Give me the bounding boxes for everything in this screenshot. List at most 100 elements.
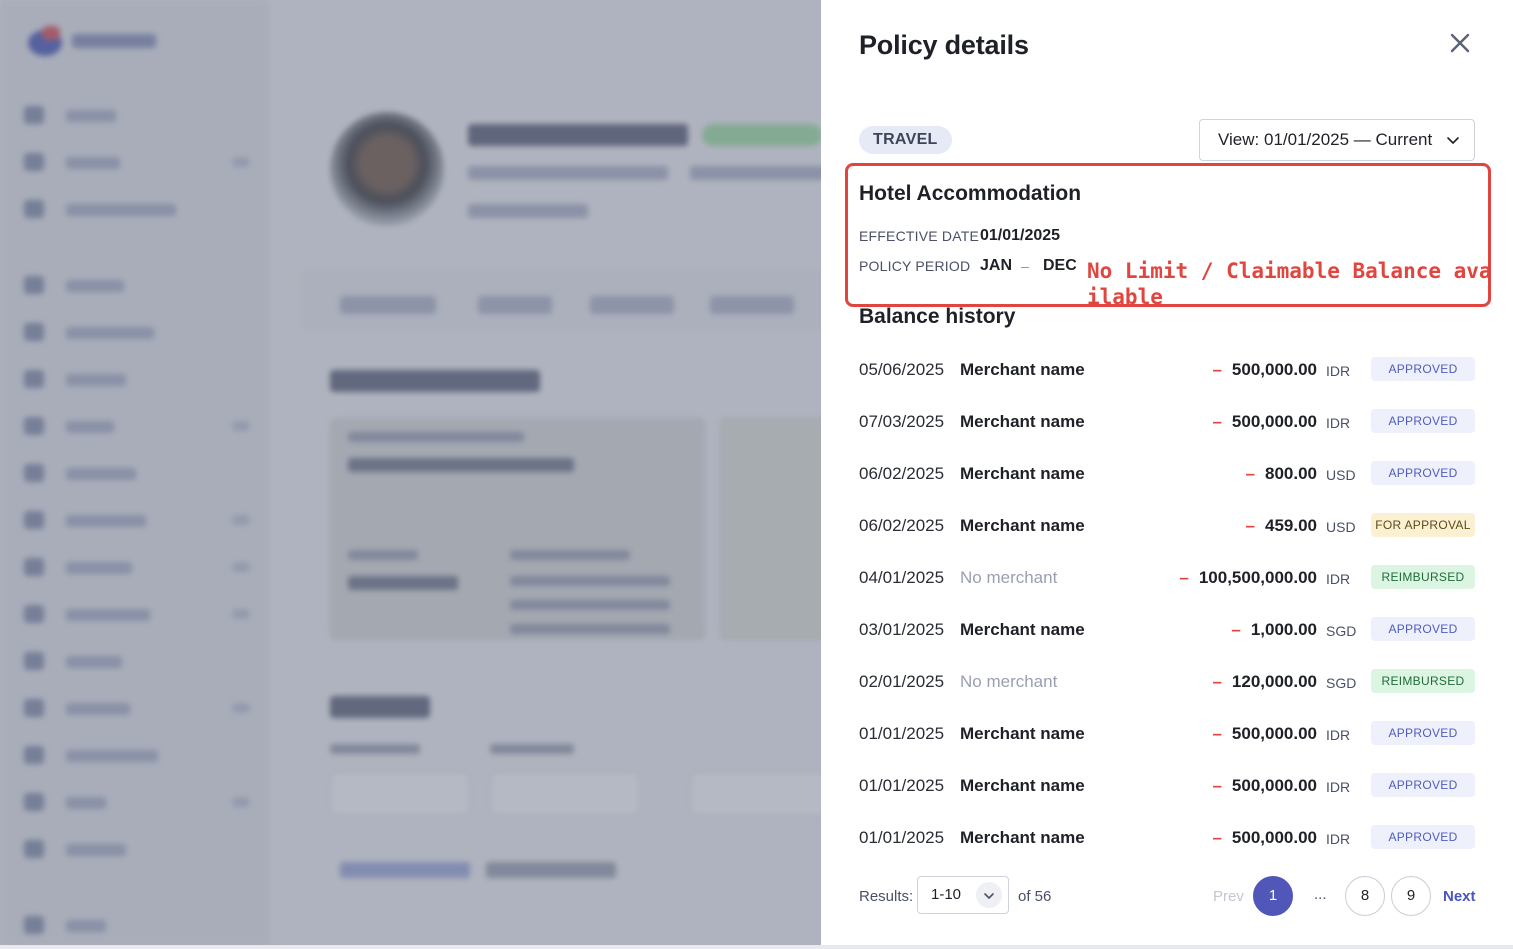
- transaction-amount: –500,000.00: [1212, 776, 1317, 796]
- transaction-date: 02/01/2025: [859, 672, 945, 691]
- currency-code: SGD: [1326, 623, 1357, 639]
- merchant-name: No merchant: [960, 672, 1058, 691]
- amount-value: 500,000.00: [1231, 776, 1317, 795]
- status-badge: APPROVED: [1371, 461, 1475, 485]
- status-badge: FOR APPROVAL: [1371, 513, 1475, 537]
- version-select-label: View: 01/01/2025 — Current: [1218, 130, 1433, 149]
- status-badge: APPROVED: [1371, 617, 1475, 641]
- currency-code: IDR: [1326, 571, 1351, 587]
- modal-overlay[interactable]: [0, 0, 821, 949]
- amount-sign: –: [1212, 412, 1222, 431]
- status-badge: APPROVED: [1371, 721, 1475, 745]
- results-total: of 56: [1018, 888, 1052, 905]
- annotation-text: No Limit / Claimable Balance available: [1087, 259, 1492, 309]
- page-size-value: 1-10: [931, 886, 962, 903]
- transaction-date: 01/01/2025: [859, 724, 945, 743]
- amount-value: 459.00: [1265, 516, 1317, 535]
- balance-history-row[interactable]: 03/01/2025 Merchant name –1,000.00 SGD APPRO…: [859, 616, 1475, 646]
- effective-date-label: EFFECTIVE DATE: [859, 228, 979, 244]
- pagination-next[interactable]: Next: [1443, 888, 1476, 905]
- transaction-amount: –459.00: [1246, 516, 1317, 536]
- balance-history-row[interactable]: 01/01/2025 Merchant name –500,000.00 IDR APP…: [859, 720, 1475, 750]
- pagination-page-8[interactable]: 8: [1345, 876, 1385, 916]
- merchant-name: No merchant: [960, 568, 1058, 587]
- merchant-name: Merchant name: [960, 776, 1085, 795]
- transaction-date: 01/01/2025: [859, 828, 945, 847]
- status-badge: REIMBURSED: [1371, 669, 1475, 693]
- transaction-amount: –800.00: [1246, 464, 1317, 484]
- amount-sign: –: [1212, 724, 1222, 743]
- balance-history-row[interactable]: 05/06/2025 Merchant name –500,000.00 IDR APP…: [859, 356, 1475, 386]
- balance-history-row[interactable]: 01/01/2025 Merchant name –500,000.00 IDR APP…: [859, 772, 1475, 802]
- currency-code: USD: [1326, 467, 1356, 483]
- amount-value: 500,000.00: [1231, 360, 1317, 379]
- transaction-amount: –120,000.00: [1212, 672, 1317, 692]
- currency-code: IDR: [1326, 779, 1351, 795]
- merchant-name: Merchant name: [960, 620, 1085, 639]
- status-badge: APPROVED: [1371, 357, 1475, 381]
- balance-history-row[interactable]: 02/01/2025 No merchant –120,000.00 SGD REIMB…: [859, 668, 1475, 698]
- policy-details-panel: Policy details TRAVEL View: 01/01/2025 —…: [821, 0, 1513, 945]
- close-icon: [1450, 33, 1470, 53]
- close-button[interactable]: [1445, 28, 1475, 58]
- currency-code: SGD: [1326, 675, 1357, 691]
- transaction-amount: –1,000.00: [1231, 620, 1317, 640]
- transaction-date: 03/01/2025: [859, 620, 945, 639]
- amount-sign: –: [1212, 360, 1222, 379]
- amount-value: 500,000.00: [1231, 828, 1317, 847]
- amount-sign: –: [1231, 620, 1241, 639]
- pagination-page-9[interactable]: 9: [1391, 876, 1431, 916]
- policy-name: Hotel Accommodation: [859, 182, 1082, 205]
- transaction-amount: –500,000.00: [1212, 360, 1317, 380]
- amount-value: 500,000.00: [1231, 724, 1317, 743]
- version-select[interactable]: View: 01/01/2025 — Current: [1199, 119, 1475, 161]
- balance-history-row[interactable]: 06/02/2025 Merchant name –800.00 USD APPROVE…: [859, 460, 1475, 490]
- balance-history-row[interactable]: 04/01/2025 No merchant –100,500,000.00 IDR R…: [859, 564, 1475, 594]
- merchant-name: Merchant name: [960, 412, 1085, 431]
- category-tag: TRAVEL: [859, 126, 952, 154]
- balance-history-row[interactable]: 07/03/2025 Merchant name –500,000.00 IDR APP…: [859, 408, 1475, 438]
- transaction-date: 05/06/2025: [859, 360, 945, 379]
- transaction-date: 06/02/2025: [859, 464, 945, 483]
- merchant-name: Merchant name: [960, 828, 1085, 847]
- transaction-date: 07/03/2025: [859, 412, 945, 431]
- balance-history-row[interactable]: 01/01/2025 Merchant name –500,000.00 IDR APP…: [859, 824, 1475, 854]
- transaction-amount: –500,000.00: [1212, 828, 1317, 848]
- pagination-prev[interactable]: Prev: [1213, 888, 1244, 905]
- status-badge: REIMBURSED: [1371, 565, 1475, 589]
- page-bottom-edge: [0, 945, 1513, 949]
- policy-period-end: DEC: [1043, 257, 1077, 274]
- transaction-date: 01/01/2025: [859, 776, 945, 795]
- status-badge: APPROVED: [1371, 409, 1475, 433]
- merchant-name: Merchant name: [960, 360, 1085, 379]
- merchant-name: Merchant name: [960, 724, 1085, 743]
- chevron-down-icon: [984, 893, 994, 899]
- currency-code: IDR: [1326, 727, 1351, 743]
- panel-title: Policy details: [859, 30, 1029, 60]
- background-app: [0, 0, 821, 949]
- transaction-amount: –100,500,000.00: [1179, 568, 1317, 588]
- page-size-select[interactable]: 1-10: [917, 876, 1009, 914]
- pagination-page-1[interactable]: 1: [1253, 876, 1293, 916]
- amount-sign: –: [1212, 828, 1222, 847]
- policy-period-label: POLICY PERIOD: [859, 258, 971, 274]
- amount-value: 800.00: [1265, 464, 1317, 483]
- effective-date-value: 01/01/2025: [980, 227, 1061, 244]
- amount-sign: –: [1245, 464, 1255, 483]
- amount-sign: –: [1179, 568, 1189, 587]
- status-badge: APPROVED: [1371, 825, 1475, 849]
- balance-history-row[interactable]: 06/02/2025 Merchant name –459.00 USD FOR APP…: [859, 512, 1475, 542]
- transaction-amount: –500,000.00: [1212, 412, 1317, 432]
- page-size-chevron: [976, 882, 1002, 908]
- amount-sign: –: [1212, 776, 1222, 795]
- currency-code: USD: [1326, 519, 1356, 535]
- amount-value: 500,000.00: [1231, 412, 1317, 431]
- transaction-amount: –500,000.00: [1212, 724, 1317, 744]
- currency-code: IDR: [1326, 831, 1351, 847]
- chevron-down-icon: [1447, 137, 1459, 144]
- amount-value: 120,000.00: [1231, 672, 1317, 691]
- transaction-date: 04/01/2025: [859, 568, 945, 587]
- merchant-name: Merchant name: [960, 464, 1085, 483]
- policy-period-dash: –: [1021, 258, 1029, 274]
- currency-code: IDR: [1326, 363, 1351, 379]
